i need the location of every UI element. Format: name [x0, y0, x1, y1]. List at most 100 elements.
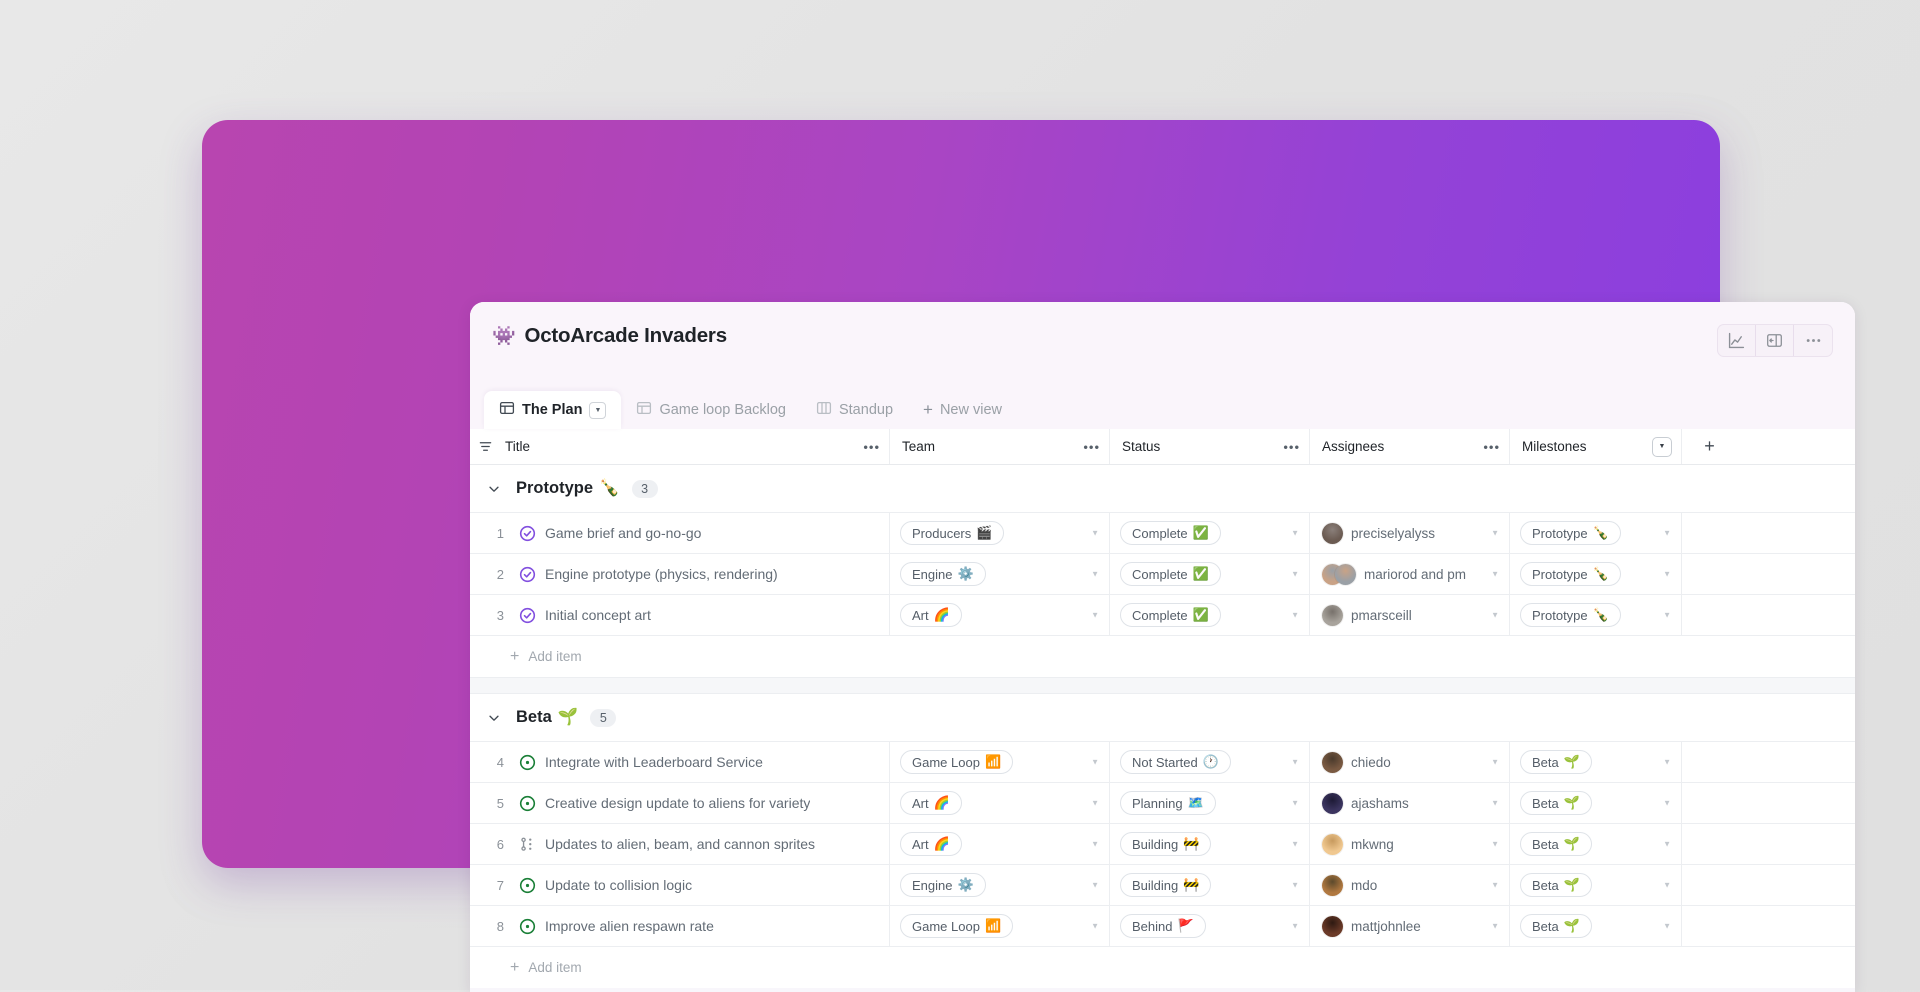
cell-milestones[interactable]: Prototype 🍾 ▼	[1510, 554, 1682, 594]
chevron-down-icon[interactable]: ▼	[1291, 881, 1299, 890]
column-header-milestones[interactable]: Milestones ▼	[1510, 429, 1682, 464]
table-row[interactable]: 7 Update to collision logic Engine ⚙️ ▼ Build…	[470, 865, 1855, 906]
chevron-down-icon[interactable]: ▼	[1663, 758, 1671, 767]
status-pill[interactable]: Behind 🚩	[1120, 914, 1206, 938]
chevron-down-icon[interactable]: ▼	[1491, 570, 1499, 579]
cell-status[interactable]: Complete ✅ ▼	[1110, 554, 1310, 594]
group-header-beta[interactable]: Beta 🌱 5	[470, 694, 1855, 742]
table-row[interactable]: 1 Game brief and go-no-go Producers 🎬 ▼ Compl…	[470, 513, 1855, 554]
chevron-down-icon[interactable]: ▼	[1663, 840, 1671, 849]
chevron-down-icon[interactable]: ▼	[1491, 758, 1499, 767]
cell-status[interactable]: Not Started 🕐 ▼	[1110, 742, 1310, 782]
cell-team[interactable]: Game Loop 📶 ▼	[890, 742, 1110, 782]
milestone-pill[interactable]: Prototype 🍾	[1520, 603, 1621, 627]
side-panel-icon[interactable]	[1756, 325, 1794, 356]
status-pill[interactable]: Building 🚧	[1120, 873, 1212, 897]
cell-team[interactable]: Engine ⚙️ ▼	[890, 554, 1110, 594]
cell-milestones[interactable]: Beta 🌱 ▼	[1510, 742, 1682, 782]
cell-milestones[interactable]: Prototype 🍾 ▼	[1510, 595, 1682, 635]
chevron-down-icon[interactable]: ▼	[1491, 611, 1499, 620]
milestone-pill[interactable]: Beta 🌱	[1520, 791, 1592, 815]
add-item-button[interactable]: + Add item	[470, 636, 1855, 677]
chevron-down-icon[interactable]: ▼	[1663, 922, 1671, 931]
team-pill[interactable]: Engine ⚙️	[900, 562, 986, 586]
cell-status[interactable]: Complete ✅ ▼	[1110, 595, 1310, 635]
team-pill[interactable]: Engine ⚙️	[900, 873, 986, 897]
cell-status[interactable]: Planning 🗺️ ▼	[1110, 783, 1310, 823]
chevron-down-icon[interactable]: ▼	[1663, 529, 1671, 538]
cell-milestones[interactable]: Beta 🌱 ▼	[1510, 865, 1682, 905]
table-row[interactable]: 6 Updates to alien, beam, and cannon spri…	[470, 824, 1855, 865]
milestone-pill[interactable]: Prototype 🍾	[1520, 562, 1621, 586]
chevron-down-icon[interactable]	[484, 482, 504, 496]
tab-game-loop-backlog[interactable]: Game loop Backlog	[621, 391, 801, 429]
cell-milestones[interactable]: Beta 🌱 ▼	[1510, 906, 1682, 946]
cell-team[interactable]: Art 🌈 ▼	[890, 595, 1110, 635]
table-row[interactable]: 3 Initial concept art Art 🌈 ▼ Complete ✅ ▼ pmars…	[470, 595, 1855, 636]
status-pill[interactable]: Not Started 🕐	[1120, 750, 1231, 774]
team-pill[interactable]: Producers 🎬	[900, 521, 1005, 545]
cell-title[interactable]: 7 Update to collision logic	[470, 865, 890, 905]
column-header-status[interactable]: Status •••	[1110, 429, 1310, 464]
filter-icon[interactable]	[478, 439, 493, 454]
chevron-down-icon[interactable]: ▼	[1663, 799, 1671, 808]
add-item-button[interactable]: + Add item	[470, 947, 1855, 988]
cell-title[interactable]: 2 Engine prototype (physics, rendering)	[470, 554, 890, 594]
cell-assignees[interactable]: mkwng ▼	[1310, 824, 1510, 864]
milestone-pill[interactable]: Beta 🌱	[1520, 873, 1592, 897]
status-pill[interactable]: Complete ✅	[1120, 603, 1221, 627]
cell-status[interactable]: Building 🚧 ▼	[1110, 824, 1310, 864]
cell-team[interactable]: Engine ⚙️ ▼	[890, 865, 1110, 905]
insights-icon[interactable]	[1718, 325, 1756, 356]
cell-assignees[interactable]: mariorod and pm ▼	[1310, 554, 1510, 594]
chevron-down-icon[interactable]: ▼	[1291, 611, 1299, 620]
chevron-down-icon[interactable]: ▼	[1491, 881, 1499, 890]
chevron-down-icon[interactable]: ▼	[1491, 840, 1499, 849]
chevron-down-icon[interactable]: ▼	[1291, 840, 1299, 849]
chevron-down-icon[interactable]: ▼	[1091, 570, 1099, 579]
cell-assignees[interactable]: mattjohnlee ▼	[1310, 906, 1510, 946]
cell-milestones[interactable]: Prototype 🍾 ▼	[1510, 513, 1682, 553]
chevron-down-icon[interactable]: ▼	[1091, 840, 1099, 849]
cell-team[interactable]: Game Loop 📶 ▼	[890, 906, 1110, 946]
status-pill[interactable]: Planning 🗺️	[1120, 791, 1216, 815]
team-pill[interactable]: Game Loop 📶	[900, 914, 1014, 938]
tab-the-plan[interactable]: The Plan ▼	[484, 391, 622, 429]
cell-title[interactable]: 5 Creative design update to aliens for va…	[470, 783, 890, 823]
chevron-down-icon[interactable]: ▼	[1291, 922, 1299, 931]
cell-status[interactable]: Behind 🚩 ▼	[1110, 906, 1310, 946]
cell-title[interactable]: 4 Integrate with Leaderboard Service	[470, 742, 890, 782]
column-menu-icon[interactable]: •••	[1083, 439, 1100, 454]
chevron-down-icon[interactable]: ▼	[1091, 529, 1099, 538]
cell-assignees[interactable]: pmarsceill ▼	[1310, 595, 1510, 635]
column-header-title[interactable]: Title •••	[470, 429, 890, 464]
cell-assignees[interactable]: mdo ▼	[1310, 865, 1510, 905]
team-pill[interactable]: Art 🌈	[900, 832, 962, 856]
more-options-icon[interactable]	[1794, 325, 1832, 356]
cell-assignees[interactable]: ajashams ▼	[1310, 783, 1510, 823]
chevron-down-icon[interactable]: ▼	[1291, 799, 1299, 808]
cell-title[interactable]: 1 Game brief and go-no-go	[470, 513, 890, 553]
column-menu-icon[interactable]: •••	[863, 439, 880, 454]
chevron-down-icon[interactable]: ▼	[1091, 799, 1099, 808]
cell-milestones[interactable]: Beta 🌱 ▼	[1510, 824, 1682, 864]
cell-status[interactable]: Building 🚧 ▼	[1110, 865, 1310, 905]
chevron-down-icon[interactable]	[484, 711, 504, 725]
status-pill[interactable]: Building 🚧	[1120, 832, 1212, 856]
cell-team[interactable]: Art 🌈 ▼	[890, 783, 1110, 823]
column-header-team[interactable]: Team •••	[890, 429, 1110, 464]
chevron-down-icon[interactable]: ▼	[1491, 529, 1499, 538]
cell-milestones[interactable]: Beta 🌱 ▼	[1510, 783, 1682, 823]
cell-title[interactable]: 8 Improve alien respawn rate	[470, 906, 890, 946]
chevron-down-icon[interactable]: ▼	[1491, 922, 1499, 931]
status-pill[interactable]: Complete ✅	[1120, 562, 1221, 586]
chevron-down-icon[interactable]: ▼	[1663, 570, 1671, 579]
chevron-down-icon[interactable]: ▼	[589, 401, 607, 419]
team-pill[interactable]: Art 🌈	[900, 791, 962, 815]
team-pill[interactable]: Art 🌈	[900, 603, 962, 627]
chevron-down-icon[interactable]: ▼	[1291, 570, 1299, 579]
column-menu-icon[interactable]: •••	[1283, 439, 1300, 454]
tab-standup[interactable]: Standup	[801, 391, 908, 429]
team-pill[interactable]: Game Loop 📶	[900, 750, 1014, 774]
chevron-down-icon[interactable]: ▼	[1291, 529, 1299, 538]
